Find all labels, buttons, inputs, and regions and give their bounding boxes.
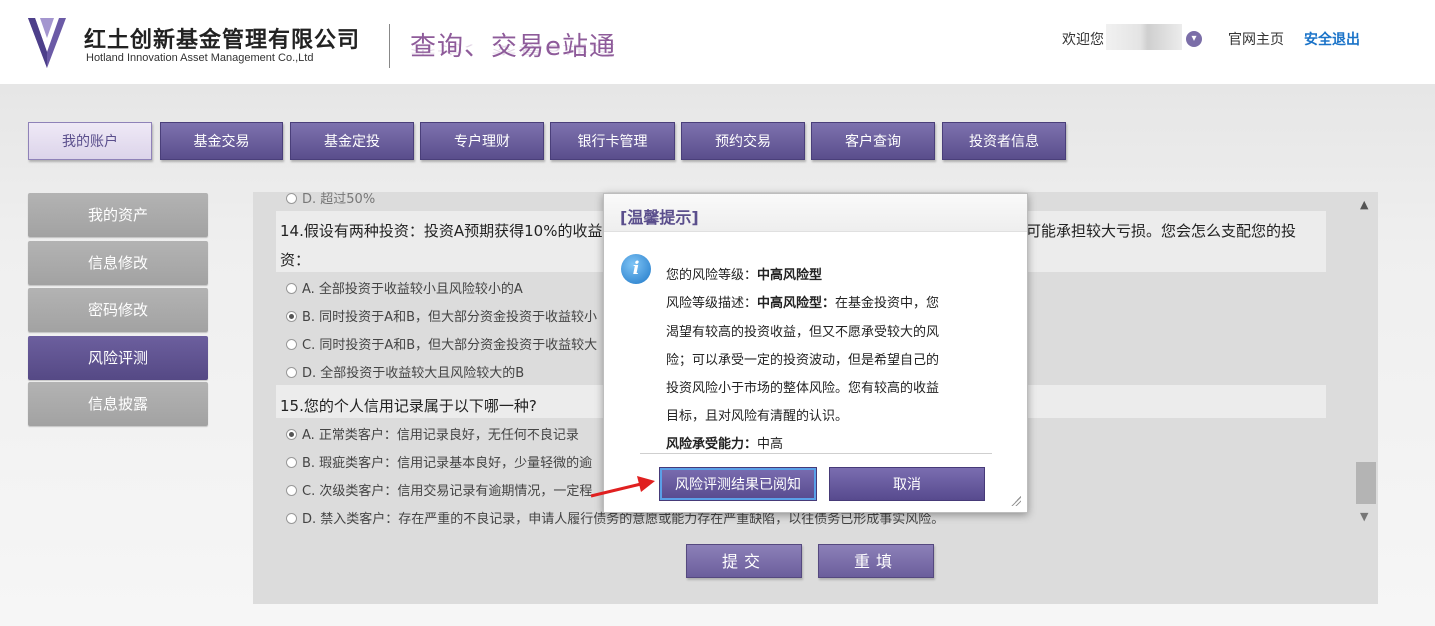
option-label: D. 全部投资于收益较大且风险较大的B: [302, 366, 525, 381]
question-14-text-line2: 资：: [280, 251, 311, 269]
tab-fund-trade[interactable]: 基金交易: [160, 122, 283, 160]
red-arrow-icon: [590, 476, 655, 498]
dialog-title-bar[interactable]: [温馨提示]: [604, 194, 1027, 232]
sidebar-item-edit-info[interactable]: 信息修改: [28, 241, 208, 285]
dialog-divider: [640, 453, 992, 454]
risk-capacity-value: 中高: [757, 437, 784, 452]
radio-button[interactable]: [286, 513, 297, 524]
scrollbar-thumb[interactable]: [1356, 462, 1376, 504]
sidebar-item-risk-assessment[interactable]: 风险评测: [28, 336, 208, 380]
radio-button-selected[interactable]: [286, 429, 297, 440]
dialog-title: [温馨提示]: [620, 208, 699, 227]
slogan-reflection: 查询、交易e站通: [410, 41, 616, 56]
radio-button[interactable]: [286, 283, 297, 294]
risk-desc-type: 中高风险型：: [757, 296, 836, 311]
username-redacted: [1106, 24, 1182, 50]
triangle-down-icon[interactable]: ▼: [1360, 510, 1368, 523]
question-14-text: 14.假设有两种投资：投资A预期获得10%的收益: [280, 222, 603, 240]
info-icon: i: [621, 254, 651, 284]
option-label: A. 全部投资于收益较小且风险较小的A: [302, 282, 523, 297]
question-15-option-b[interactable]: B. 瑕疵类客户：信用记录基本良好，少量轻微的逾: [286, 452, 592, 471]
risk-capacity-label: 风险承受能力：: [666, 437, 758, 452]
option-label: D. 超过50%: [302, 192, 376, 207]
option-label: C. 同时投资于A和B，但大部分资金投资于收益较大: [302, 338, 598, 353]
risk-desc-line-2: 渴望有较高的投资收益，但又不愿承受较大的风: [666, 325, 940, 340]
question-14-option-d[interactable]: D. 全部投资于收益较大且风险较大的B: [286, 362, 524, 381]
radio-button[interactable]: [286, 485, 297, 496]
resize-grip-icon[interactable]: [1011, 496, 1021, 506]
tab-my-account[interactable]: 我的账户: [28, 122, 152, 160]
question-13-option-d[interactable]: D. 超过50%: [286, 188, 375, 207]
sidebar-item-password[interactable]: 密码修改: [28, 288, 208, 332]
risk-level-value: 中高风险型: [757, 268, 823, 283]
radio-button[interactable]: [286, 193, 297, 204]
tab-bank-card[interactable]: 银行卡管理: [550, 122, 675, 160]
home-link[interactable]: 官网主页: [1228, 29, 1284, 49]
question-14-text-tail: 可能承担较大亏损。您会怎么支配您的投: [1026, 222, 1297, 240]
option-label: C. 次级类客户：信用交易记录有逾期情况，一定程: [302, 484, 593, 499]
risk-capacity-line: 风险承受能力：中高: [666, 433, 783, 452]
tab-customer-query[interactable]: 客户查询: [811, 122, 935, 160]
risk-desc-line-4: 投资风险小于市场的整体风险。您有较高的收益: [666, 381, 940, 396]
triangle-up-icon[interactable]: ▲: [1360, 198, 1368, 211]
page-header: 红土创新基金管理有限公司 Hotland Innovation Asset Ma…: [0, 0, 1435, 84]
sidebar-item-assets[interactable]: 我的资产: [28, 193, 208, 237]
option-label: B. 同时投资于A和B，但大部分资金投资于收益较小: [302, 310, 597, 325]
tab-reservation[interactable]: 预约交易: [681, 122, 805, 160]
question-14-option-c[interactable]: C. 同时投资于A和B，但大部分资金投资于收益较大: [286, 334, 597, 353]
hotland-logo-icon: [28, 18, 66, 68]
submit-button[interactable]: 提交: [686, 544, 802, 578]
company-name-en: Hotland Innovation Asset Management Co.,…: [86, 52, 314, 64]
option-label: D. 禁入类客户：存在严重的不良记录，申请人履行债务的意愿或能力存在严重缺陷，以…: [302, 512, 945, 527]
company-name-cn: 红土创新基金管理有限公司: [84, 28, 361, 53]
sidebar-item-disclosure[interactable]: 信息披露: [28, 382, 208, 426]
tab-special-account[interactable]: 专户理财: [420, 122, 544, 160]
radio-button[interactable]: [286, 457, 297, 468]
risk-desc-line-3: 险；可以承受一定的投资波动，但是希望自己的: [666, 353, 940, 368]
radio-button[interactable]: [286, 339, 297, 350]
option-label: A. 正常类客户：信用记录良好，无任何不良记录: [302, 428, 579, 443]
question-14-option-b[interactable]: B. 同时投资于A和B，但大部分资金投资于收益较小: [286, 306, 597, 325]
risk-level-label: 您的风险等级：: [666, 268, 758, 283]
option-label: B. 瑕疵类客户：信用记录基本良好，少量轻微的逾: [302, 456, 593, 471]
risk-desc-line-5: 目标，且对风险有清醒的认识。: [666, 409, 849, 424]
risk-desc-line-1: 风险等级描述：中高风险型：在基金投资中，您: [666, 292, 939, 311]
confirm-read-button[interactable]: 风险评测结果已阅知: [659, 467, 817, 501]
tab-fund-sip[interactable]: 基金定投: [290, 122, 414, 160]
tab-investor-info[interactable]: 投资者信息: [942, 122, 1066, 160]
chevron-down-icon[interactable]: ▾: [1186, 31, 1202, 47]
reset-button[interactable]: 重填: [818, 544, 934, 578]
question-15-text: 15.您的个人信用记录属于以下哪一种?: [280, 397, 537, 415]
welcome-text: 欢迎您: [1062, 32, 1104, 48]
risk-desc-label: 风险等级描述：: [666, 296, 758, 311]
risk-desc-text: 在基金投资中，您: [835, 296, 940, 311]
risk-level-line: 您的风险等级：中高风险型: [666, 264, 822, 283]
risk-result-dialog: [温馨提示] i 您的风险等级：中高风险型 风险等级描述：中高风险型：在基金投资…: [603, 193, 1028, 513]
question-15-option-a[interactable]: A. 正常类客户：信用记录良好，无任何不良记录: [286, 424, 579, 443]
radio-button-selected[interactable]: [286, 311, 297, 322]
question-14-option-a[interactable]: A. 全部投资于收益较小且风险较小的A: [286, 278, 523, 297]
question-15-option-c[interactable]: C. 次级类客户：信用交易记录有逾期情况，一定程: [286, 480, 592, 499]
logout-link[interactable]: 安全退出: [1304, 29, 1360, 49]
cancel-button[interactable]: 取消: [829, 467, 985, 501]
header-divider: [389, 24, 390, 68]
radio-button[interactable]: [286, 367, 297, 378]
